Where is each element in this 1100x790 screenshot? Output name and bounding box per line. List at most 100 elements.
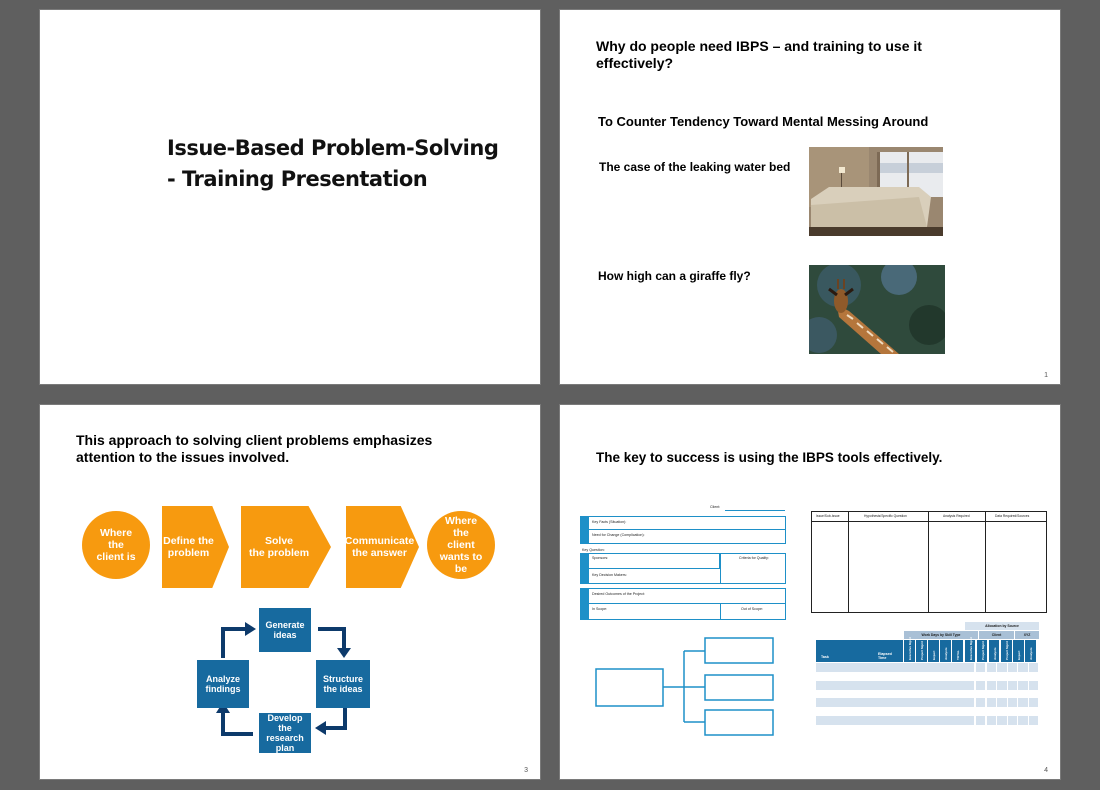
success-section: Sponsors: Criteria for Quality: Key Deci…: [580, 553, 786, 584]
page-number: 4: [1044, 767, 1048, 774]
tree-branch-box-1: [704, 637, 774, 664]
flow-end-circle: Where the client wants to be: [427, 511, 495, 579]
workplan-row-cell: [1029, 698, 1039, 707]
client-line: [725, 510, 785, 511]
workplan-row: [816, 663, 974, 672]
workplan-column-header: Project Mgmt: [976, 640, 988, 662]
in-scope-label: In Scope:: [592, 607, 608, 611]
workplan-row-cell: [1029, 663, 1039, 672]
workplan-column-header: Analysts: [1025, 640, 1036, 662]
workplan-row-cell: [986, 680, 996, 690]
flow-step-solve: Solve the problem: [241, 506, 331, 588]
workplan-row-cell: [986, 663, 996, 672]
slide-4-tools[interactable]: The key to success is using the IBPS too…: [560, 405, 1060, 779]
task-header: Task Elapsed Time: [816, 640, 903, 662]
context-sidebar: [581, 517, 589, 543]
column-label: Project Mgmt: [980, 640, 985, 660]
tree-branch-box-3: [704, 709, 774, 736]
problem-definition-form: Client: Key Facts (Situation): Need for …: [580, 503, 786, 628]
decision-makers-label: Key Decision Makers:: [592, 573, 627, 577]
arrowhead-left-icon: [315, 721, 326, 735]
heading-line-1: Why do people need IBPS – and training t…: [596, 38, 922, 54]
allocation-header: Allocation by Source: [965, 622, 1039, 630]
xyz-header: XYZ: [1014, 631, 1039, 639]
presentation-title: Issue-Based Problem-Solving - Training P…: [167, 133, 499, 195]
desired-outcomes-row: Desired Outcomes of the Project:: [589, 589, 785, 604]
success-sidebar: [581, 554, 589, 583]
case-1-label: The case of the leaking water bed: [599, 160, 791, 174]
slide-heading: Why do people need IBPS – and training t…: [596, 38, 922, 72]
arrow-structure-to-develop: [326, 705, 347, 730]
column-label: Executive Mgmt: [908, 637, 912, 660]
issue-table-header-cell: Analysis Required: [943, 514, 970, 518]
analysis-col: [928, 512, 986, 612]
workdays-header: Work Days by Skill Type: [904, 631, 978, 639]
title-line-1: Issue-Based Problem-Solving: [167, 136, 499, 160]
flow-start-circle: Where the client is: [82, 511, 150, 579]
workplan-table: Allocation by Source Work Days by Skill T…: [816, 622, 1040, 734]
workplan-row-cell: [1007, 715, 1018, 725]
case-2-label: How high can a giraffe fly?: [598, 269, 751, 283]
workplan-row-cell: [997, 680, 1007, 690]
issue-table-header-cell: Data Required/Sources: [995, 514, 1030, 518]
cycle-analyze-findings: Analyze findings: [197, 660, 249, 708]
workplan-column-header: Analysts: [988, 640, 1000, 662]
issue-tree-diagram: [595, 637, 774, 736]
workplan-column-header: Project Mgmt: [1000, 640, 1012, 662]
arrowhead-down-icon: [337, 648, 351, 658]
workplan-row-cell: [1007, 663, 1018, 672]
column-label: Analysts: [992, 647, 997, 660]
workplan-row-cell: [1018, 680, 1028, 690]
workplan-column-header: Expert: [928, 640, 939, 662]
context-section: Key Facts (Situation): Need for Change (…: [580, 516, 786, 544]
slide-subtitle: To Counter Tendency Toward Mental Messin…: [598, 114, 929, 129]
column-label: Expert: [1016, 650, 1021, 660]
hypothesis-col: [848, 512, 929, 612]
workplan-column-header: Executive Mgmt: [904, 637, 915, 662]
issue-table-header-cell: Issue/Sub-Issue: [816, 514, 840, 518]
workplan-column-header: Expert: [1012, 640, 1024, 662]
workplan-row-cell: [1007, 698, 1018, 707]
slide-3-approach[interactable]: This approach to solving client problems…: [40, 405, 540, 779]
workplan-row-cell: [1007, 680, 1018, 690]
workplan-row-cell: [976, 680, 986, 690]
slide-2-why-ibps[interactable]: Why do people need IBPS – and training t…: [560, 10, 1060, 384]
workplan-row-cell: [976, 715, 986, 725]
column-label: Project Mgmt: [1004, 640, 1009, 660]
column-label: Analysts: [944, 647, 949, 660]
slide-heading: The key to success is using the IBPS too…: [596, 450, 943, 465]
column-label: Executive Mgmt: [968, 637, 973, 660]
workplan-row-cell: [1029, 715, 1039, 725]
title-line-2: - Training Presentation: [167, 167, 428, 191]
cycle-structure-ideas: Structure the ideas: [316, 660, 370, 708]
workplan-row: [816, 715, 974, 725]
column-label: TOTAL: [956, 650, 961, 660]
scope-section: Desired Outcomes of the Project: In Scop…: [580, 588, 786, 620]
elapsed-time-label: Elapsed Time: [878, 652, 892, 660]
arrow-generate-to-structure: [318, 627, 346, 648]
workplan-column-header: Analysts: [940, 640, 952, 662]
bedroom-photo: [809, 147, 943, 236]
slide-1-title[interactable]: Issue-Based Problem-Solving - Training P…: [40, 10, 540, 384]
scope-sidebar: [581, 589, 589, 619]
issue-analysis-table: Issue/Sub-Issue Hypothesis/Specific Ques…: [811, 511, 1047, 613]
workplan-column-header: Project Mgmt: [916, 640, 927, 662]
workplan-row-cell: [997, 715, 1007, 725]
workplan-row-cell: [976, 663, 986, 672]
client-header: Client: [978, 631, 1014, 639]
sponsors-row: Sponsors:: [589, 554, 720, 569]
workplan-row-cell: [976, 698, 986, 707]
workplan-row-cell: [997, 698, 1007, 707]
slide-heading: This approach to solving client problems…: [76, 432, 432, 466]
heading-line-2: attention to the issues involved.: [76, 449, 290, 465]
task-label: Task: [821, 655, 829, 659]
issue-col: [812, 512, 849, 612]
arrow-analyze-to-generate: [221, 627, 245, 658]
issue-table-header-cell: Hypothesis/Specific Question: [864, 514, 907, 518]
workplan-row-cell: [997, 663, 1007, 672]
workplan-column-header: TOTAL: [952, 640, 964, 662]
workplan-row-cell: [1029, 680, 1039, 690]
workplan-row-cell: [986, 715, 996, 725]
flow-step-define: Define the problem: [162, 506, 229, 588]
scope-divider: [720, 604, 721, 619]
